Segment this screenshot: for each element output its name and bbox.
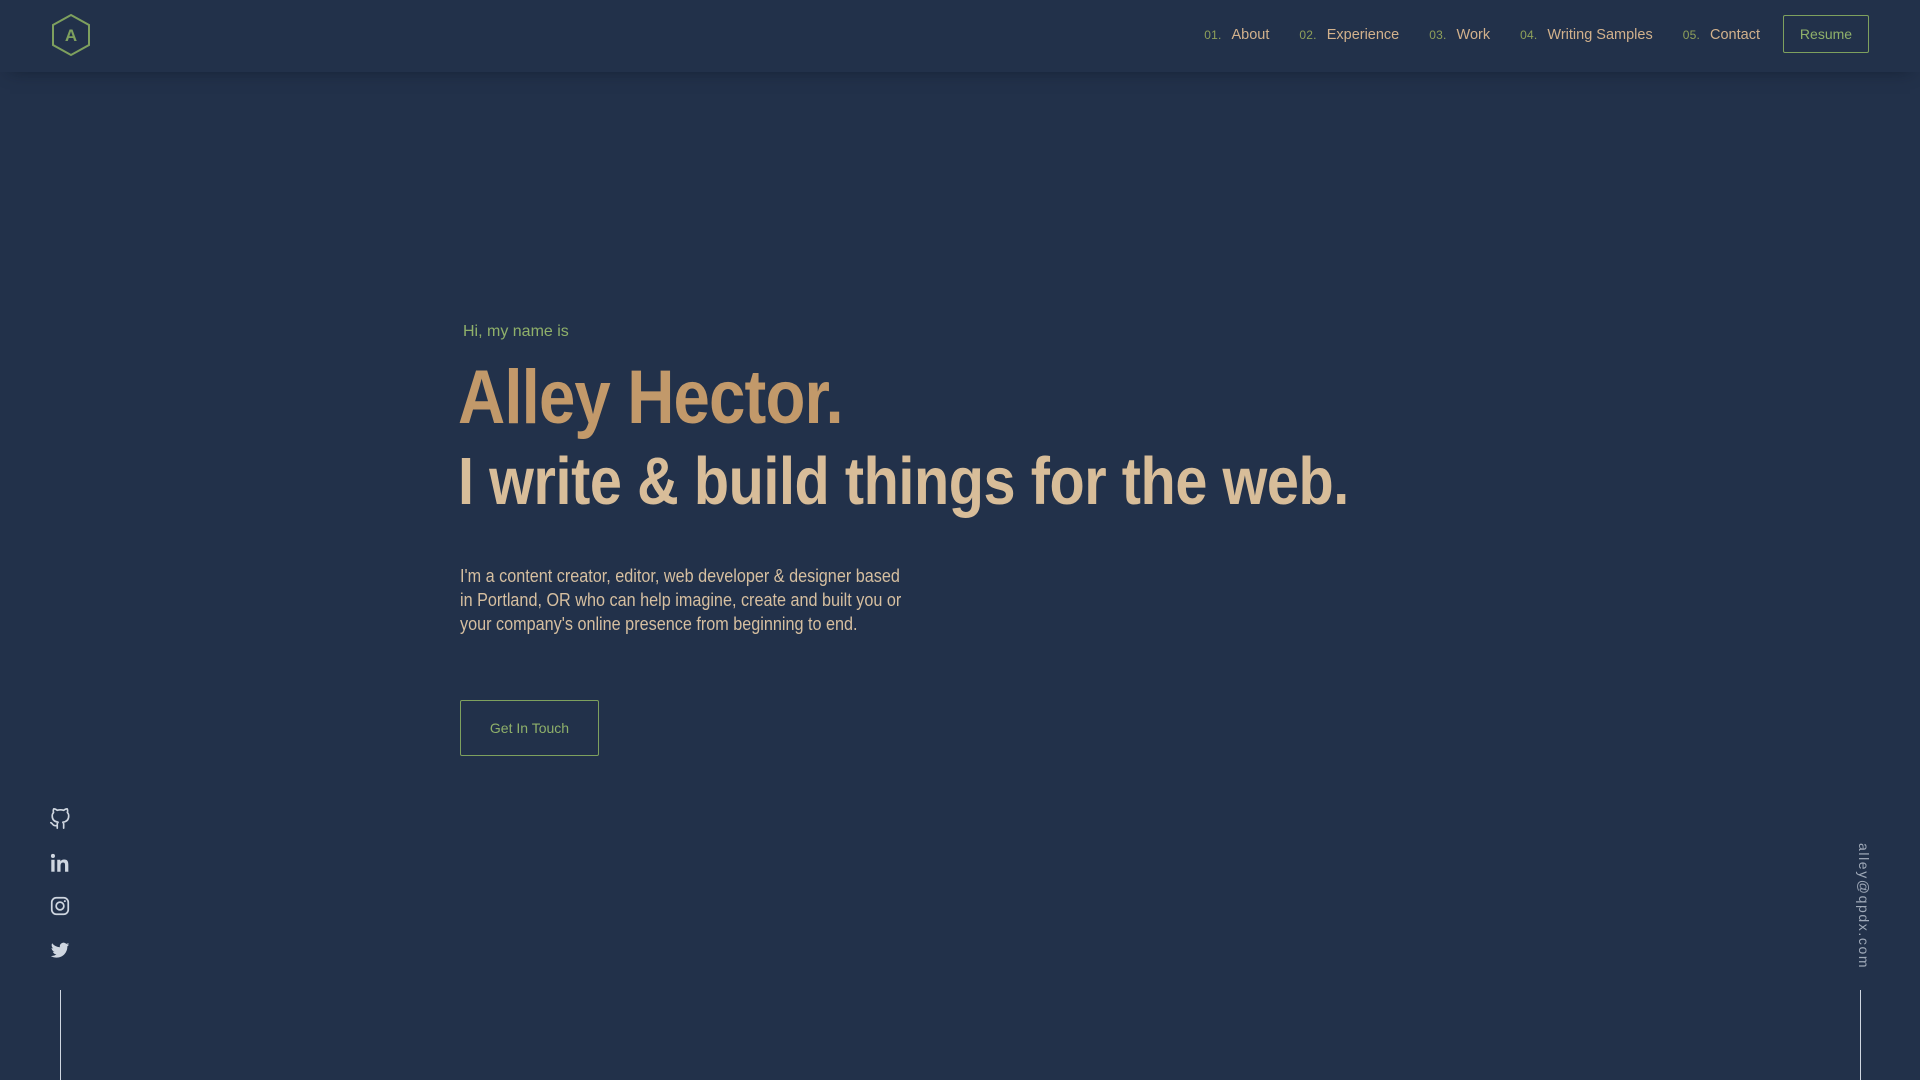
- hero-description: I'm a content creator, editor, web devel…: [460, 566, 902, 634]
- nav-label: Work: [1456, 27, 1491, 43]
- instagram-icon: [50, 896, 70, 916]
- nav-number: 01.: [1204, 28, 1222, 42]
- nav-item-work[interactable]: 03. Work: [1429, 27, 1490, 43]
- get-in-touch-button[interactable]: Get In Touch: [460, 700, 599, 756]
- resume-button[interactable]: Resume: [1783, 15, 1869, 53]
- nav-number: 02.: [1299, 28, 1317, 42]
- linkedin-icon: [50, 853, 69, 872]
- nav-label: Contact: [1710, 27, 1760, 43]
- social-links: [49, 808, 71, 982]
- twitter-icon: [50, 942, 70, 958]
- email-link[interactable]: alley@qpdx.com: [1844, 843, 1872, 969]
- site-header: A 01. About 02. Experience 03. Work 04. …: [0, 0, 1920, 72]
- github-icon: [50, 808, 70, 829]
- nav-item-writing-samples[interactable]: 04. Writing Samples: [1520, 27, 1653, 43]
- nav-number: 03.: [1429, 28, 1447, 42]
- instagram-link[interactable]: [49, 895, 71, 917]
- nav-label: Experience: [1326, 27, 1400, 43]
- nav-number: 04.: [1520, 28, 1538, 42]
- left-rail-line: [60, 990, 61, 1080]
- nav-label: Writing Samples: [1547, 27, 1653, 43]
- nav-label: About: [1231, 27, 1270, 43]
- nav-item-about[interactable]: 01. About: [1204, 27, 1269, 43]
- logo[interactable]: A: [50, 13, 92, 57]
- nav-item-contact[interactable]: 05. Contact: [1683, 27, 1760, 43]
- nav-number: 05.: [1682, 28, 1701, 42]
- logo-letter: A: [65, 26, 77, 45]
- github-link[interactable]: [49, 808, 71, 830]
- nav-item-experience[interactable]: 02. Experience: [1299, 27, 1399, 43]
- right-rail-line: [1860, 990, 1861, 1080]
- linkedin-link[interactable]: [49, 852, 71, 874]
- main-nav: 01. About 02. Experience 03. Work 04. Wr…: [1174, 0, 1760, 70]
- hexagon-logo-icon: A: [52, 13, 90, 57]
- hero-tagline: I write & build things for the web.: [458, 444, 1349, 519]
- hero-name: Alley Hector.: [458, 355, 844, 440]
- hero-greeting: Hi, my name is: [463, 323, 569, 340]
- twitter-link[interactable]: [49, 939, 71, 961]
